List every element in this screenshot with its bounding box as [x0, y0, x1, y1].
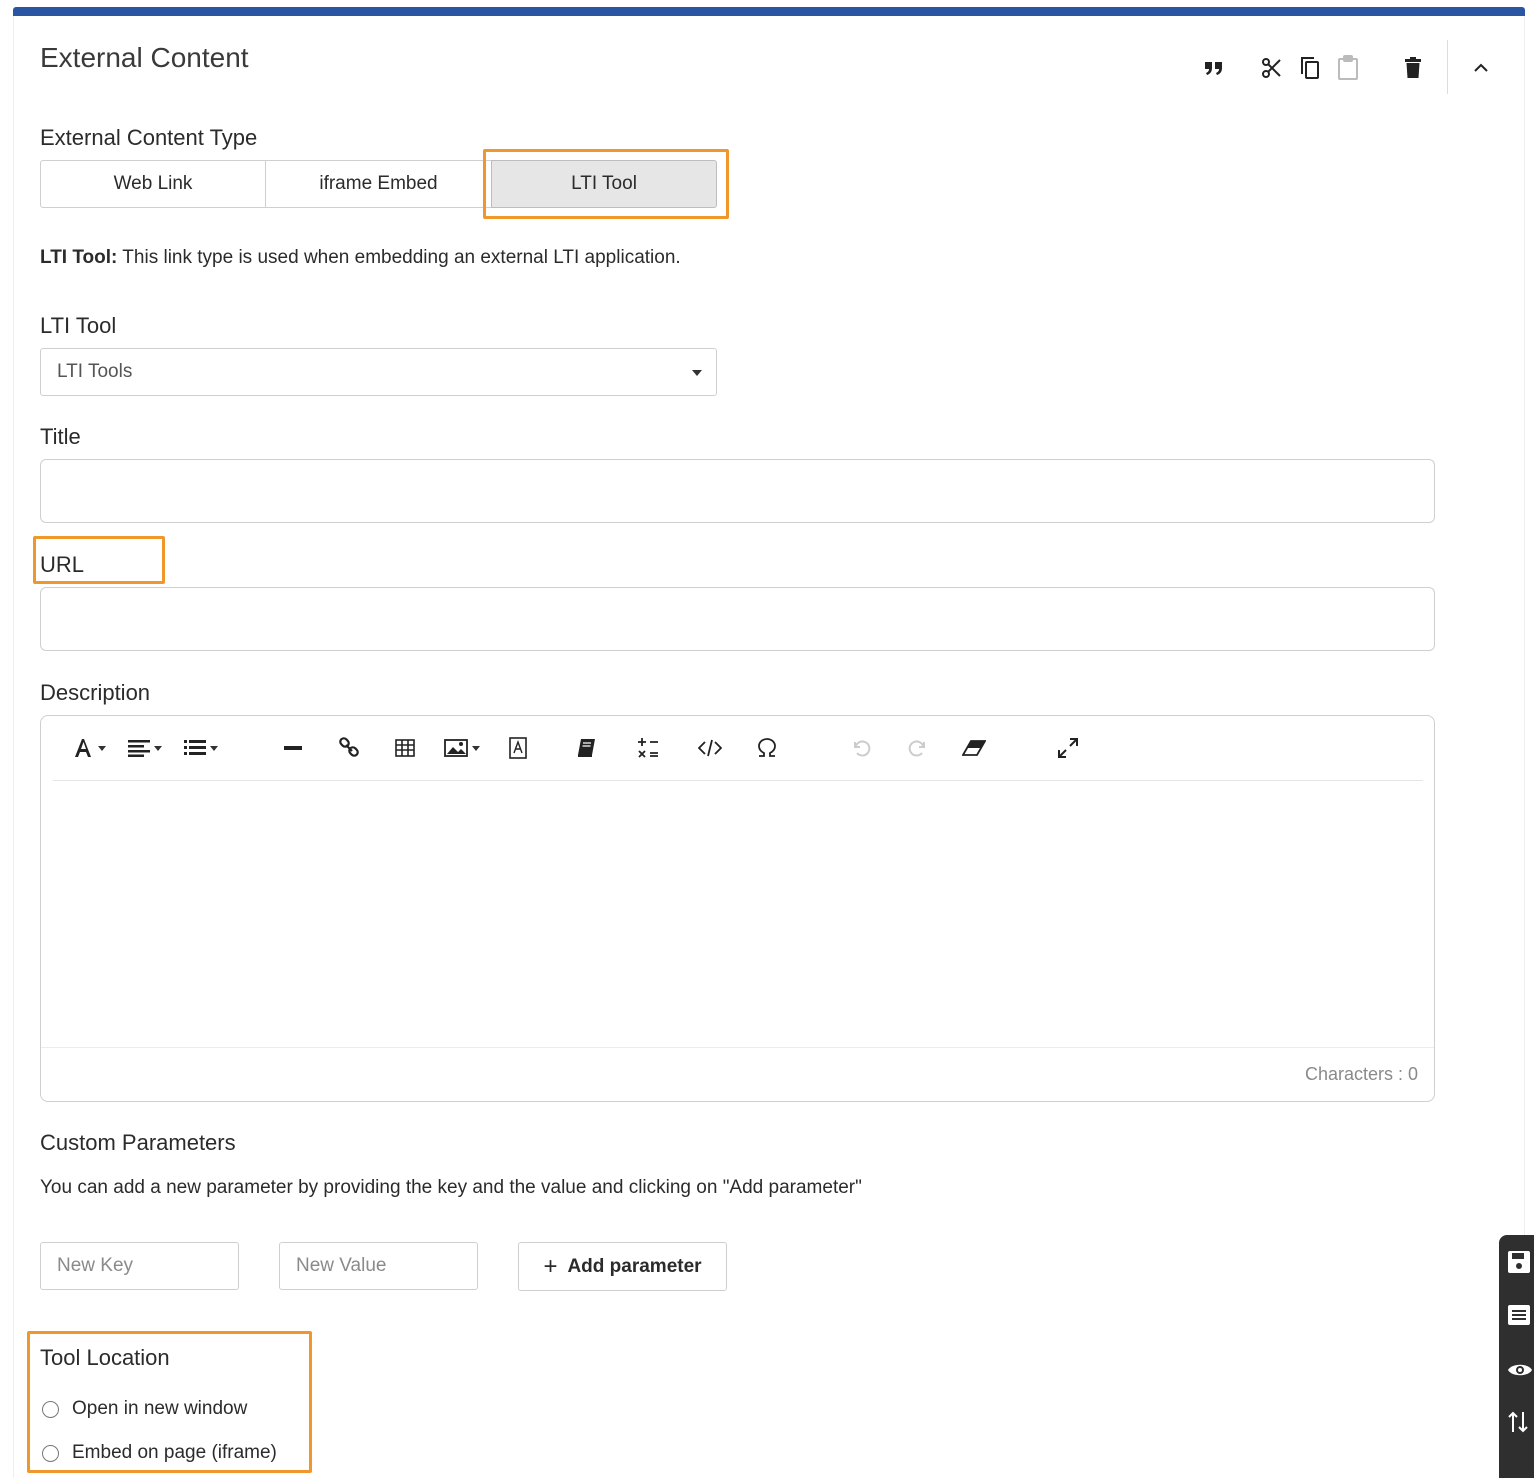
code-icon[interactable] [695, 732, 725, 764]
copy-icon[interactable] [1295, 52, 1325, 84]
quote-icon[interactable] [1199, 52, 1229, 84]
save-icon[interactable] [1507, 1247, 1534, 1277]
image-icon[interactable] [440, 732, 484, 764]
table-icon[interactable] [390, 732, 420, 764]
sort-icon[interactable] [1507, 1407, 1534, 1437]
description-editor[interactable]: Characters : 0 [40, 715, 1435, 1102]
toolbar-divider [1447, 40, 1448, 94]
type-description-bold: LTI Tool: [40, 247, 118, 268]
math-icon[interactable] [633, 732, 663, 764]
add-parameter-button[interactable]: + Add parameter [518, 1242, 727, 1291]
align-icon[interactable] [123, 732, 167, 764]
type-description: LTI Tool: This link type is used when em… [40, 247, 681, 269]
custom-parameters-label: Custom Parameters [40, 1130, 236, 1155]
eraser-icon[interactable] [959, 732, 989, 764]
tab-iframe-embed[interactable]: iframe Embed [265, 160, 492, 208]
omega-icon[interactable] [752, 732, 782, 764]
undo-icon[interactable] [846, 732, 876, 764]
trash-icon[interactable] [1398, 52, 1428, 84]
list-icon[interactable] [179, 732, 223, 764]
page-title: External Content [40, 42, 249, 73]
character-count: Characters : 0 [1304, 1064, 1418, 1084]
side-dock [1499, 1235, 1534, 1478]
radio-button[interactable] [42, 1444, 59, 1462]
list-icon[interactable] [1507, 1300, 1534, 1330]
horizontal-rule-icon[interactable] [278, 732, 308, 764]
tab-lti-tool[interactable]: LTI Tool [491, 160, 717, 208]
lti-tool-label: LTI Tool [40, 313, 117, 338]
lti-tool-select-value: LTI Tools [57, 361, 133, 382]
chevron-down-icon [692, 370, 702, 376]
radio-open-new-window[interactable]: Open in new window [42, 1398, 247, 1420]
title-input[interactable] [40, 459, 1435, 523]
radio-button[interactable] [42, 1400, 59, 1418]
add-parameter-label: Add parameter [567, 1255, 702, 1277]
top-accent-bar [13, 7, 1525, 16]
radio-label-open-new-window: Open in new window [72, 1398, 248, 1419]
custom-parameters-help: You can add a new parameter by providing… [40, 1177, 862, 1198]
paste-icon[interactable] [1333, 52, 1363, 84]
editor-footer-divider [41, 1047, 1434, 1048]
type-description-text: This link type is used when embedding an… [117, 247, 681, 268]
tab-web-link[interactable]: Web Link [40, 160, 266, 208]
plus-icon: + [543, 1252, 558, 1280]
title-label: Title [40, 424, 81, 449]
new-key-input[interactable] [40, 1242, 239, 1290]
editor-toolbar [53, 716, 1423, 781]
fullscreen-icon[interactable] [1053, 732, 1083, 764]
radio-embed-iframe[interactable]: Embed on page (iframe) [42, 1442, 277, 1464]
url-label: URL [40, 552, 85, 577]
url-input[interactable] [40, 587, 1435, 651]
collapse-icon[interactable] [1466, 52, 1496, 84]
description-label: Description [40, 680, 151, 705]
radio-label-embed-iframe: Embed on page (iframe) [72, 1442, 277, 1463]
content-type-label: External Content Type [40, 125, 258, 150]
font-icon[interactable] [67, 732, 111, 764]
new-value-input[interactable] [279, 1242, 478, 1290]
text-box-icon[interactable] [503, 732, 533, 764]
cut-icon[interactable] [1257, 52, 1287, 84]
redo-icon[interactable] [903, 732, 933, 764]
eye-icon[interactable] [1507, 1355, 1534, 1385]
book-icon[interactable] [571, 732, 601, 764]
lti-tool-select[interactable]: LTI Tools [40, 348, 717, 396]
link-icon[interactable] [334, 732, 364, 764]
tool-location-label: Tool Location [40, 1345, 170, 1370]
